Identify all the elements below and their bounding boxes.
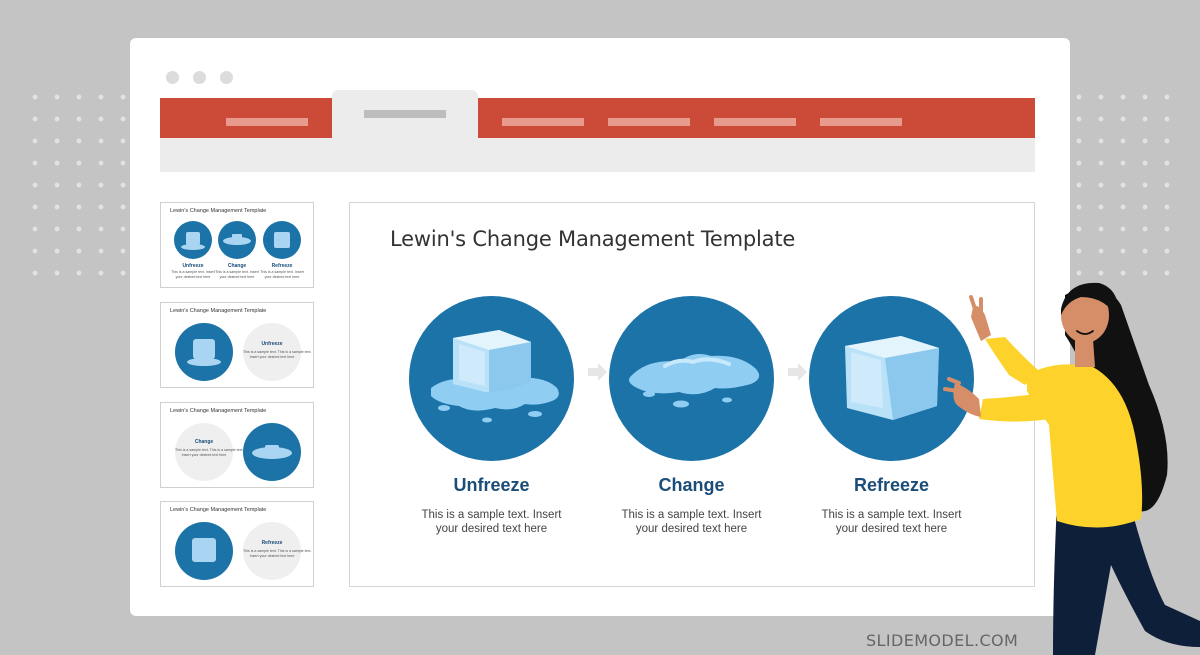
arrow-right-icon (788, 363, 807, 381)
thumb-body: This is a sample text. Insert your desire… (260, 270, 304, 279)
thumb-label: Refreeze (261, 540, 283, 546)
ribbon-toolbar (160, 138, 1035, 172)
thumb-body: This is a sample text. Insert your desire… (215, 270, 259, 279)
ribbon-tab-6[interactable] (820, 118, 902, 126)
thumb-label: Change (227, 263, 247, 269)
thumb-change-icon (243, 423, 301, 481)
stage-description: This is a sample text. Insert your desire… (621, 509, 762, 535)
thumb-label: Unfreeze (261, 341, 283, 347)
window-control-close[interactable] (166, 71, 179, 84)
ribbon-tab-active-label (364, 110, 446, 118)
presenter-illustration (943, 282, 1200, 655)
decorative-dots-right (1068, 86, 1178, 286)
thumb-refreeze-icon (263, 221, 301, 259)
thumb-unfreeze-icon (174, 221, 212, 259)
thumb-body: This is a sample text. This is a sample … (243, 549, 312, 558)
thumb-label: Refreeze (271, 263, 293, 269)
decorative-dots-left (24, 86, 134, 286)
stage-description: This is a sample text. Insert your desire… (421, 509, 562, 535)
thumb-unfreeze-icon (175, 323, 233, 381)
thumbnail-title: Lewin's Change Management Template (170, 408, 267, 414)
slide-title: Lewin's Change Management Template (390, 227, 796, 251)
ribbon-tab-bar (160, 90, 1035, 138)
thumb-label: Unfreeze (182, 263, 204, 269)
ice-cube-melting-icon (409, 296, 574, 461)
thumb-body: This is a sample text. This is a sample … (243, 350, 312, 359)
slide-thumbnail-2[interactable]: Lewin's Change Management Template Unfre… (160, 302, 314, 388)
thumb-change-icon (218, 221, 256, 259)
ribbon-tab-active[interactable] (332, 90, 478, 138)
thumb-refreeze-icon (175, 522, 233, 580)
stage-label-change: Change (658, 475, 725, 495)
slide-canvas[interactable]: Lewin's Change Management Template Unfre… (349, 202, 1035, 587)
thumb-body: This is a sample text. This is a sample … (175, 448, 244, 457)
slide-thumbnail-4[interactable]: Lewin's Change Management Template Refre… (160, 501, 314, 587)
ribbon-tab-5[interactable] (714, 118, 796, 126)
app-window: Lewin's Change Management Template Unfre… (130, 38, 1070, 616)
ribbon-tab-4[interactable] (608, 118, 690, 126)
arrow-right-icon (588, 363, 607, 381)
stage-label-unfreeze: Unfreeze (453, 475, 530, 495)
thumbnail-title: Lewin's Change Management Template (170, 308, 267, 314)
water-puddle-icon (609, 296, 774, 461)
thumb-label: Change (194, 439, 214, 445)
slide-thumbnail-3[interactable]: Lewin's Change Management Template Chang… (160, 402, 314, 488)
ribbon-tab-3[interactable] (502, 118, 584, 126)
window-control-minimize[interactable] (193, 71, 206, 84)
ribbon-tab-1[interactable] (226, 118, 308, 126)
brand-watermark: SLIDEMODEL.COM (866, 631, 1019, 650)
thumbnail-title: Lewin's Change Management Template (170, 507, 267, 513)
thumb-body: This is a sample text. Insert your desire… (171, 270, 215, 279)
window-control-maximize[interactable] (220, 71, 233, 84)
thumbnail-title: Lewin's Change Management Template (170, 208, 267, 214)
slide-thumbnail-1[interactable]: Lewin's Change Management Template Unfre… (160, 202, 314, 288)
